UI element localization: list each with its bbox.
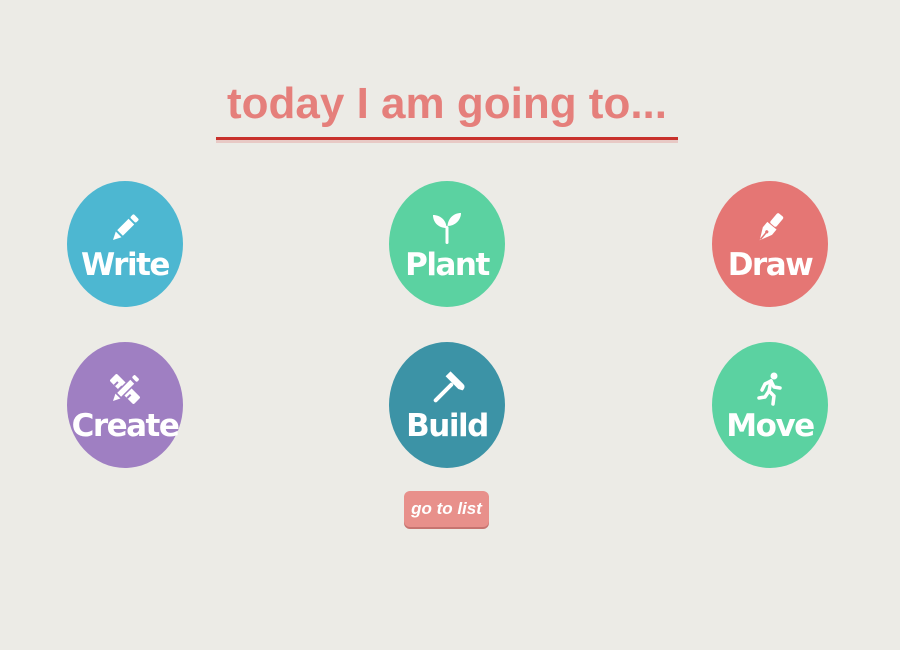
move-activity-button[interactable]: Move — [712, 342, 828, 468]
pen-nib-icon — [752, 210, 788, 246]
plant-label: Plant — [405, 247, 490, 283]
write-label: Write — [81, 247, 170, 283]
running-person-icon — [752, 371, 788, 407]
sprout-icon — [429, 210, 465, 246]
hammer-icon — [429, 371, 465, 407]
build-activity-button[interactable]: Build — [389, 342, 505, 468]
move-label: Move — [726, 408, 815, 444]
ruler-pencil-icon — [107, 371, 143, 407]
create-activity-button[interactable]: Create — [67, 342, 183, 468]
build-label: Build — [406, 408, 489, 444]
create-label: Create — [71, 408, 180, 444]
go-to-list-button[interactable]: go to list — [404, 491, 489, 527]
pencil-icon — [107, 210, 143, 246]
plant-activity-button[interactable]: Plant — [389, 181, 505, 307]
page-title: today I am going to... — [216, 78, 678, 140]
draw-activity-button[interactable]: Draw — [712, 181, 828, 307]
write-activity-button[interactable]: Write — [67, 181, 183, 307]
draw-label: Draw — [727, 247, 814, 283]
